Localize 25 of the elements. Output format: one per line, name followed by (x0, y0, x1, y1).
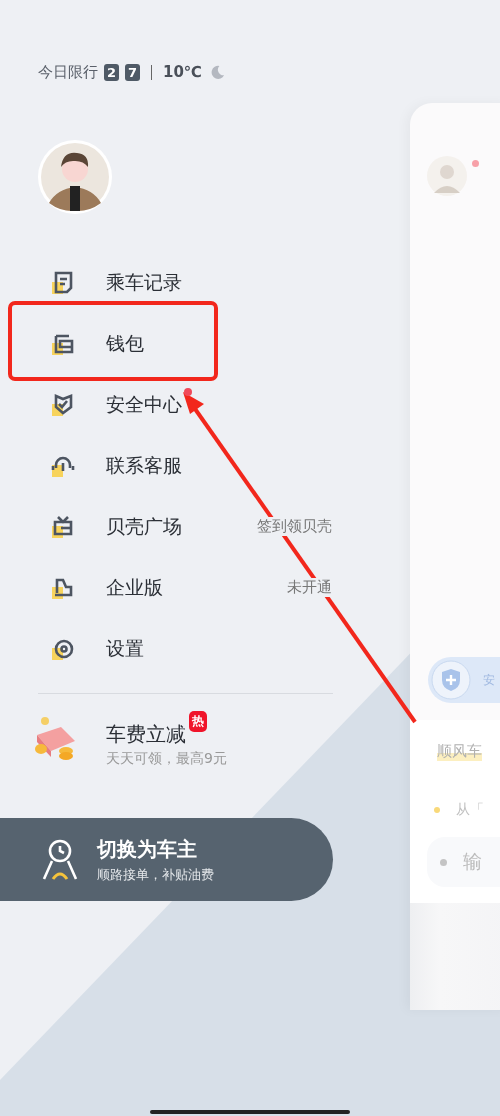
promo-title: 车费立减 (106, 721, 186, 748)
avatar-icon (426, 155, 468, 197)
menu-item[interactable]: 乘车记录 (0, 252, 333, 313)
moon-icon (210, 64, 226, 80)
menu-item[interactable]: 联系客服 (0, 435, 333, 496)
hot-tag: 热 (189, 711, 207, 732)
from-hint: 从「 (456, 801, 484, 819)
menu-item[interactable]: 贝壳广场 签到领贝壳 (0, 496, 333, 557)
promo-subtitle: 天天可领，最高9元 (106, 750, 227, 768)
switch-driver-button[interactable]: 切换为车主 顺路接单，补贴油费 (0, 818, 333, 901)
plate-digit: 7 (125, 63, 140, 81)
shield-icon (431, 660, 471, 700)
notification-dot (472, 160, 479, 167)
menu-item[interactable]: 钱包 (0, 313, 333, 374)
location-dot (434, 807, 440, 813)
driver-title: 切换为车主 (97, 835, 198, 863)
menu-item[interactable]: 设置 (0, 618, 333, 679)
plate-digit: 2 (104, 63, 119, 81)
temperature: 10℃ (163, 63, 203, 81)
menu-hint: 未开通 (286, 578, 333, 597)
restriction-label: 今日限行 (38, 62, 98, 82)
menu-item[interactable]: 企业版 未开通 (0, 557, 333, 618)
avatar-icon[interactable] (37, 139, 113, 215)
driver-subtitle: 顺路接单，补贴油费 (97, 865, 214, 884)
menu-hint: 签到领贝壳 (256, 517, 333, 536)
